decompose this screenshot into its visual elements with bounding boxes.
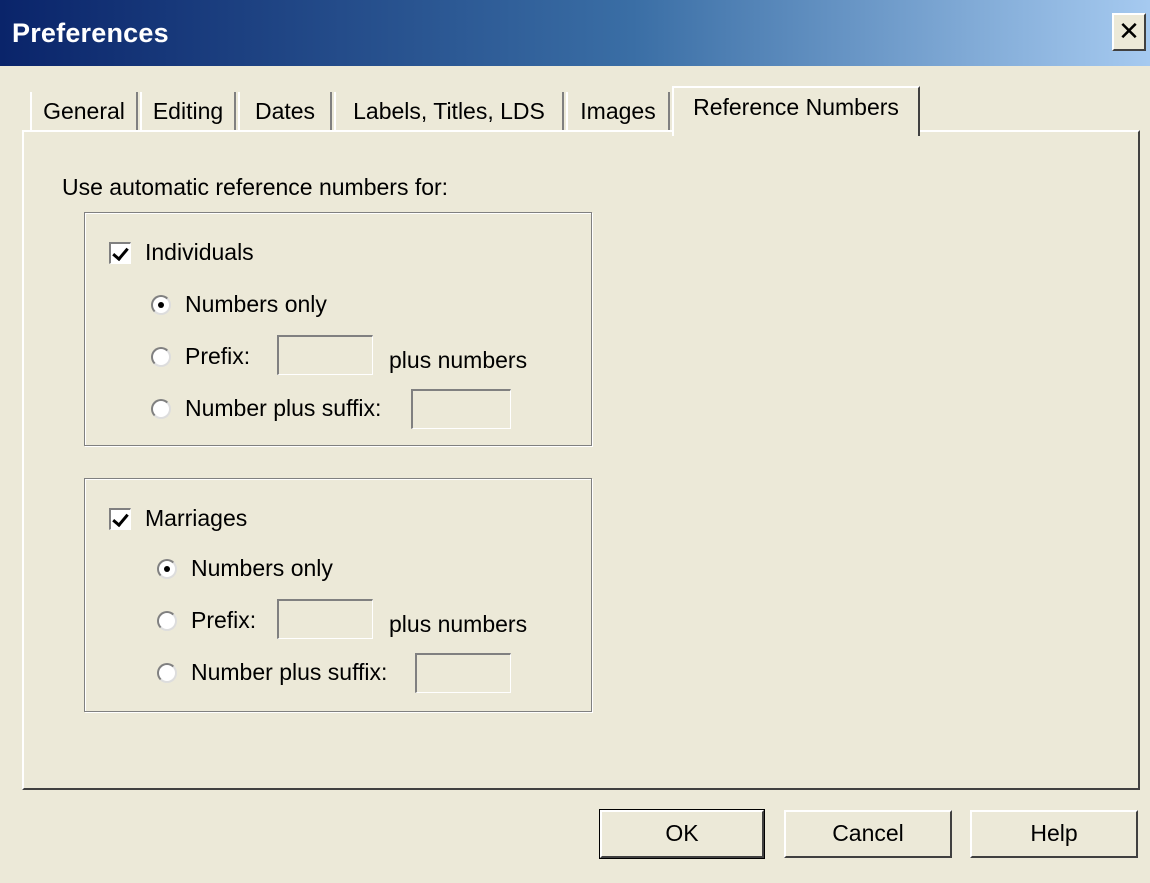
intro-label: Use automatic reference numbers for: xyxy=(62,174,449,200)
checkmark-icon xyxy=(112,243,129,261)
tab-label: Dates xyxy=(254,98,316,124)
marriages-numbers-only-radio[interactable] xyxy=(157,558,177,579)
cancel-button[interactable]: Cancel xyxy=(784,810,952,858)
marriages-prefix-input[interactable] xyxy=(277,599,373,639)
individuals-plus-numbers-label: plus numbers xyxy=(389,347,528,373)
individuals-suffix-row[interactable]: Number plus suffix: xyxy=(151,395,381,422)
marriages-suffix-row[interactable]: Number plus suffix: xyxy=(157,659,387,686)
ok-button[interactable]: OK xyxy=(599,809,765,859)
individuals-suffix-label: Number plus suffix: xyxy=(185,395,382,421)
marriages-prefix-label: Prefix: xyxy=(191,607,257,633)
individuals-prefix-row[interactable]: Prefix: xyxy=(151,343,250,370)
close-button[interactable]: ✕ xyxy=(1112,13,1146,51)
window-title: Preferences xyxy=(12,18,169,48)
individuals-numbers-only-label: Numbers only xyxy=(185,291,327,317)
individuals-prefix-input[interactable] xyxy=(277,335,373,375)
marriages-checkbox-row[interactable]: Marriages xyxy=(109,505,247,532)
tab-labels-titles-lds[interactable]: Labels, Titles, LDS xyxy=(334,92,564,132)
tab-label: General xyxy=(43,98,125,124)
title-bar: Preferences ✕ xyxy=(0,0,1150,66)
tab-label: Images xyxy=(580,98,656,124)
radio-selected-dot xyxy=(164,565,170,572)
individuals-numbers-only-radio[interactable] xyxy=(151,294,171,315)
individuals-suffix-input[interactable] xyxy=(411,389,511,429)
marriages-checkbox[interactable] xyxy=(109,507,131,530)
tab-label: Editing xyxy=(152,98,224,124)
marriages-numbers-only-row[interactable]: Numbers only xyxy=(157,555,333,582)
marriages-suffix-input[interactable] xyxy=(415,653,511,693)
individuals-checkbox-row[interactable]: Individuals xyxy=(109,239,254,266)
tab-images[interactable]: Images xyxy=(566,92,670,132)
marriages-suffix-radio[interactable] xyxy=(157,662,177,683)
individuals-label: Individuals xyxy=(145,239,254,265)
individuals-prefix-radio[interactable] xyxy=(151,346,171,367)
marriages-group: Marriages Numbers only Prefix: plus numb… xyxy=(84,478,592,712)
reference-numbers-panel: Use automatic reference numbers for: Ind… xyxy=(22,130,1140,790)
tab-general[interactable]: General xyxy=(30,92,138,132)
radio-selected-dot xyxy=(158,301,164,308)
close-icon: ✕ xyxy=(1118,16,1140,46)
tab-reference-numbers[interactable]: Reference Numbers xyxy=(672,86,920,136)
individuals-checkbox[interactable] xyxy=(109,241,131,264)
marriages-label: Marriages xyxy=(145,505,248,531)
tab-editing[interactable]: Editing xyxy=(140,92,236,132)
tab-label: Reference Numbers xyxy=(693,94,899,120)
tab-label: Labels, Titles, LDS xyxy=(353,98,545,124)
marriages-plus-numbers-label: plus numbers xyxy=(389,611,528,637)
tab-dates[interactable]: Dates xyxy=(238,92,332,132)
individuals-prefix-label: Prefix: xyxy=(185,343,251,369)
checkmark-icon xyxy=(112,509,129,527)
individuals-suffix-radio[interactable] xyxy=(151,398,171,419)
marriages-prefix-row[interactable]: Prefix: xyxy=(157,607,256,634)
help-button[interactable]: Help xyxy=(970,810,1138,858)
marriages-numbers-only-label: Numbers only xyxy=(191,555,333,581)
individuals-numbers-only-row[interactable]: Numbers only xyxy=(151,291,327,318)
marriages-prefix-radio[interactable] xyxy=(157,610,177,631)
marriages-suffix-label: Number plus suffix: xyxy=(191,659,388,685)
individuals-group: Individuals Numbers only Prefix: plus nu… xyxy=(84,212,592,446)
